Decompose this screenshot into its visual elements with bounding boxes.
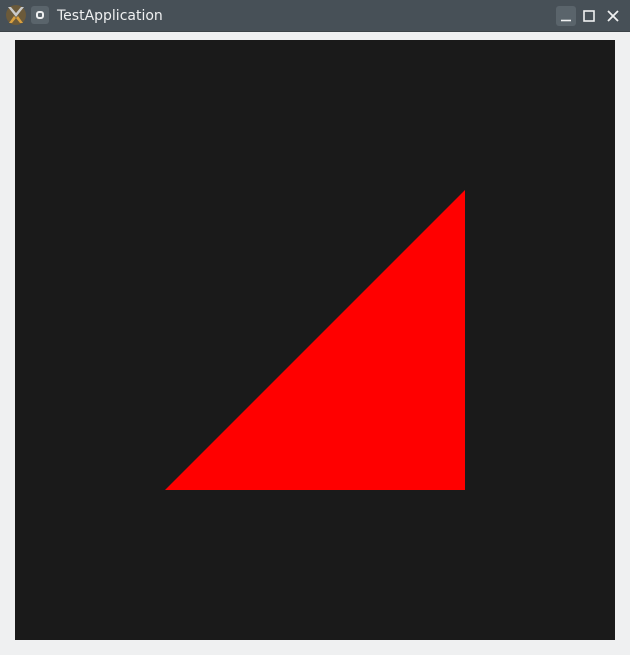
- minimize-icon: [561, 19, 571, 22]
- maximize-icon: [583, 10, 595, 22]
- window-title: TestApplication: [57, 8, 163, 24]
- render-canvas[interactable]: [15, 40, 615, 640]
- close-button[interactable]: [603, 6, 623, 26]
- red-triangle: [165, 190, 465, 490]
- maximize-button[interactable]: [579, 6, 599, 26]
- application-window: TestApplication: [0, 0, 630, 655]
- app-icon[interactable]: [5, 4, 27, 26]
- minimize-button[interactable]: [556, 6, 576, 26]
- canvas-drawing: [165, 190, 465, 490]
- close-icon: [607, 10, 619, 22]
- window-menu-icon[interactable]: [31, 6, 49, 24]
- title-bar[interactable]: TestApplication: [0, 0, 630, 32]
